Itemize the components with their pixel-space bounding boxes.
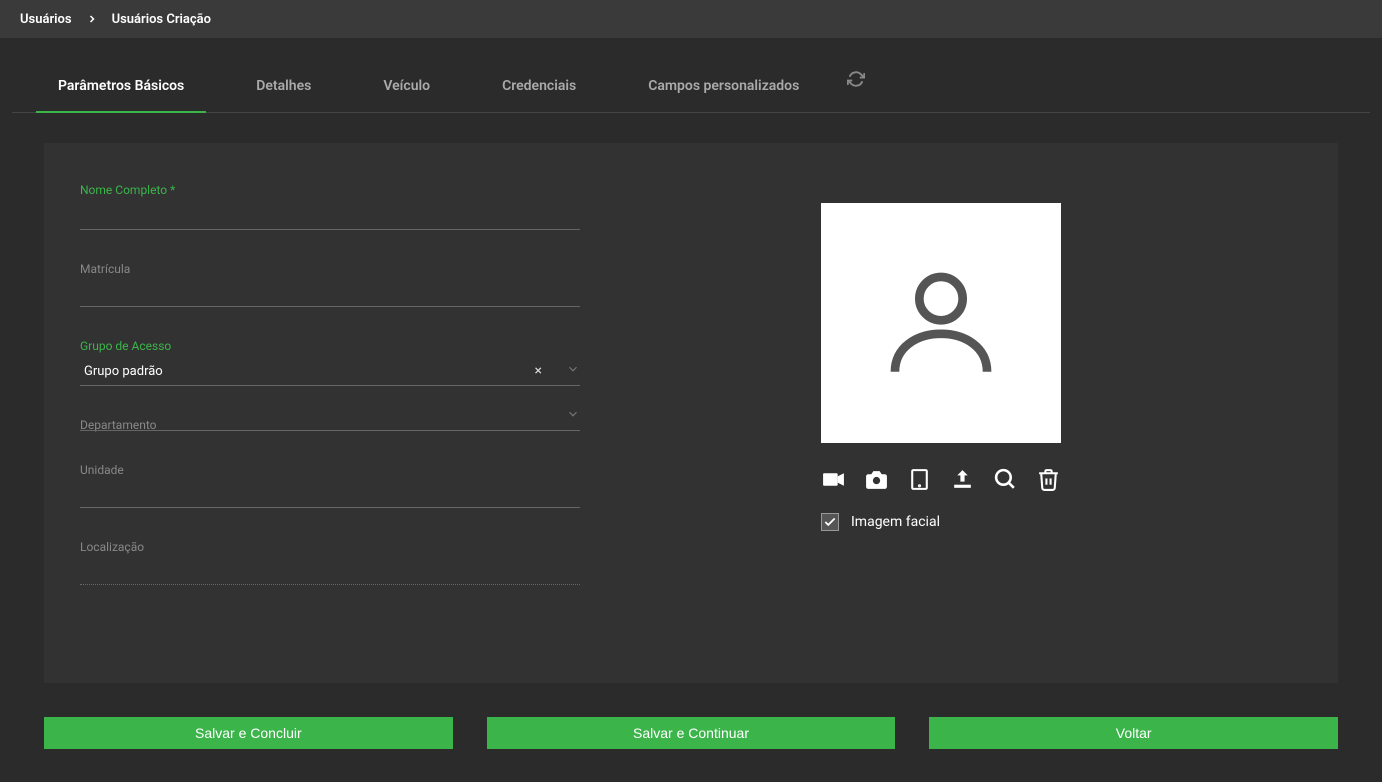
unidade-input[interactable]: [80, 481, 580, 508]
chevron-down-icon[interactable]: [566, 361, 580, 380]
grupo-acesso-label: Grupo de Acesso: [80, 339, 580, 353]
tab-veiculo[interactable]: Veículo: [347, 50, 466, 112]
nome-completo-input[interactable]: [80, 203, 580, 230]
localizacao-label: Localização: [80, 540, 580, 554]
nome-completo-label: Nome Completo*: [80, 183, 580, 197]
unidade-label: Unidade: [80, 463, 580, 477]
chip-remove-icon[interactable]: ×: [535, 363, 542, 379]
imagem-facial-checkbox[interactable]: [821, 513, 839, 531]
chevron-right-icon: [86, 13, 98, 25]
tab-bar: Parâmetros Básicos Detalhes Veículo Cred…: [12, 50, 1370, 113]
breadcrumb-root[interactable]: Usuários: [20, 12, 72, 27]
grupo-chip: Grupo padrão: [84, 364, 163, 379]
salvar-concluir-button[interactable]: Salvar e Concluir: [44, 717, 453, 749]
tab-credenciais[interactable]: Credenciais: [466, 50, 612, 112]
voltar-button[interactable]: Voltar: [929, 717, 1338, 749]
trash-icon[interactable]: [1036, 467, 1061, 493]
button-row: Salvar e Concluir Salvar e Continuar Vol…: [44, 717, 1338, 749]
upload-icon[interactable]: [950, 467, 975, 493]
tab-campos-personalizados[interactable]: Campos personalizados: [612, 50, 835, 112]
chevron-down-icon[interactable]: [566, 406, 580, 425]
camera-icon[interactable]: [864, 467, 889, 493]
matricula-label: Matrícula: [80, 262, 580, 276]
grupo-acesso-select[interactable]: Grupo padrão ×: [80, 359, 580, 386]
imagem-facial-label: Imagem facial: [851, 514, 940, 530]
localizacao-input[interactable]: [80, 558, 580, 585]
tab-parametros-basicos[interactable]: Parâmetros Básicos: [22, 50, 220, 112]
matricula-input[interactable]: [80, 280, 580, 307]
search-icon[interactable]: [993, 467, 1018, 493]
breadcrumb-current: Usuários Criação: [112, 12, 211, 27]
tablet-icon[interactable]: [907, 467, 932, 493]
form-panel: Nome Completo* Matrícula Grupo de Acesso…: [44, 143, 1338, 683]
photo-actions: [821, 467, 1061, 493]
tab-detalhes[interactable]: Detalhes: [220, 50, 347, 112]
refresh-icon[interactable]: [847, 70, 865, 92]
avatar-placeholder: [821, 203, 1061, 443]
breadcrumb: Usuários Usuários Criação: [0, 0, 1382, 38]
salvar-continuar-button[interactable]: Salvar e Continuar: [487, 717, 896, 749]
departamento-select[interactable]: [80, 420, 580, 431]
video-icon[interactable]: [821, 467, 846, 493]
